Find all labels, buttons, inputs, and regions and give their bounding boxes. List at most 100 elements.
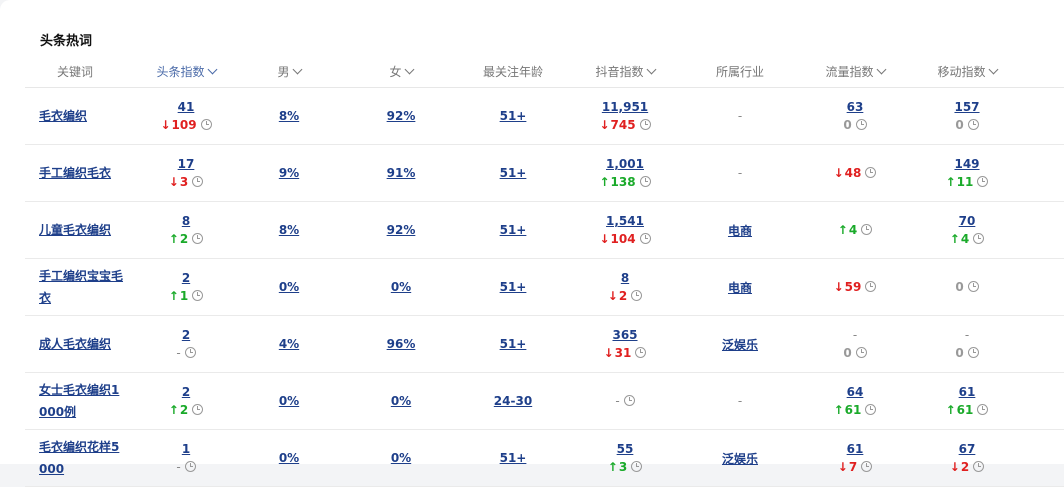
douyin-index-change: ↓745 (570, 116, 680, 134)
age-link[interactable]: 51+ (500, 166, 527, 180)
clock-icon[interactable] (623, 395, 635, 406)
col-douyin-index[interactable]: 抖音指数 (569, 55, 681, 88)
clock-icon[interactable] (977, 404, 989, 415)
clock-icon[interactable] (865, 404, 877, 415)
col-toutiao-index[interactable]: 头条指数 (139, 55, 233, 88)
keyword-link[interactable]: 成人毛衣编织 (39, 333, 127, 355)
clock-icon[interactable] (635, 347, 647, 358)
toutiao-index-change-value: 2 (179, 403, 189, 417)
clock-icon[interactable] (865, 281, 877, 292)
mobile-index-value-link[interactable]: 67 (959, 442, 976, 456)
age-link[interactable]: 51+ (500, 280, 527, 294)
clock-icon[interactable] (967, 119, 979, 130)
male-link[interactable]: 4% (279, 337, 299, 351)
traffic-index-value-link[interactable]: 63 (847, 100, 864, 114)
traffic-index-value-link[interactable]: 61 (847, 442, 864, 456)
male-link[interactable]: 8% (279, 223, 299, 237)
male-link[interactable]: 0% (279, 394, 299, 408)
toutiao-index-value-link[interactable]: 8 (182, 214, 190, 228)
clock-icon[interactable] (184, 461, 196, 472)
clock-icon[interactable] (639, 233, 651, 244)
clock-icon[interactable] (855, 119, 867, 130)
clock-icon[interactable] (977, 176, 989, 187)
female-link[interactable]: 92% (387, 223, 416, 237)
mobile-index-value-link[interactable]: 70 (959, 214, 976, 228)
douyin-index-value-link[interactable]: 8 (621, 271, 629, 285)
female-link[interactable]: 0% (391, 280, 411, 294)
clock-icon[interactable] (967, 347, 979, 358)
female-cell: 96% (345, 315, 457, 373)
douyin-index-change: ↑3 (570, 458, 680, 476)
col-female[interactable]: 女 (345, 55, 457, 88)
mobile-index-value-link[interactable]: 157 (954, 100, 979, 114)
clock-icon[interactable] (861, 461, 873, 472)
keyword-link[interactable]: 毛衣编织 (39, 105, 127, 127)
age-link[interactable]: 51+ (500, 337, 527, 351)
arrow-up-icon: ↑ (168, 403, 179, 417)
clock-icon[interactable] (200, 119, 212, 130)
clock-icon[interactable] (192, 233, 204, 244)
clock-icon[interactable] (639, 176, 651, 187)
col-traffic-index[interactable]: 流量指数 (799, 55, 911, 88)
douyin-index-value-link[interactable]: 1,541 (606, 214, 644, 228)
toutiao-index-value-link[interactable]: 2 (182, 271, 190, 285)
douyin-index-change-value: 2 (618, 289, 628, 303)
traffic-index-value-link[interactable]: 64 (847, 385, 864, 399)
keyword-cell: 毛衣编织 (25, 87, 139, 145)
age-link[interactable]: 24-30 (494, 394, 532, 408)
clock-icon[interactable] (865, 167, 877, 178)
clock-icon[interactable] (855, 347, 867, 358)
clock-icon[interactable] (639, 119, 651, 130)
age-link[interactable]: 51+ (500, 451, 527, 465)
keyword-link[interactable]: 儿童毛衣编织 (39, 219, 127, 241)
mobile-index-value: - (964, 328, 970, 342)
toutiao-index-value-link[interactable]: 41 (178, 100, 195, 114)
douyin-index-value-link[interactable]: 365 (612, 328, 637, 342)
clock-icon[interactable] (184, 347, 196, 358)
male-link[interactable]: 0% (279, 280, 299, 294)
keyword-link[interactable]: 女士毛衣编织1000例 (39, 379, 127, 423)
clock-icon[interactable] (631, 290, 643, 301)
female-link[interactable]: 0% (391, 451, 411, 465)
keyword-link[interactable]: 手工编织毛衣 (39, 162, 127, 184)
industry-link[interactable]: 泛娱乐 (722, 452, 758, 466)
clock-icon[interactable] (192, 404, 204, 415)
female-link[interactable]: 92% (387, 109, 416, 123)
age-link[interactable]: 51+ (500, 223, 527, 237)
toutiao-index-value-link[interactable]: 1 (182, 442, 190, 456)
female-link[interactable]: 91% (387, 166, 416, 180)
douyin-index-value-link[interactable]: 55 (617, 442, 634, 456)
keyword-link[interactable]: 毛衣编织花样5000 (39, 436, 127, 480)
clock-icon[interactable] (192, 176, 204, 187)
male-link[interactable]: 8% (279, 109, 299, 123)
female-link[interactable]: 96% (387, 337, 416, 351)
clock-icon[interactable] (631, 461, 643, 472)
industry-link[interactable]: 电商 (728, 281, 752, 295)
clock-icon[interactable] (192, 290, 204, 301)
clock-icon[interactable] (861, 224, 873, 235)
toutiao-index-value-link[interactable]: 2 (182, 328, 190, 342)
toutiao-index-value-link[interactable]: 17 (178, 157, 195, 171)
col-male[interactable]: 男 (233, 55, 345, 88)
industry-link[interactable]: 电商 (728, 224, 752, 238)
male-link[interactable]: 0% (279, 451, 299, 465)
age-link[interactable]: 51+ (500, 109, 527, 123)
mobile-index-value-link[interactable]: 61 (959, 385, 976, 399)
toutiao-index-cell: 1- (139, 429, 233, 487)
keyword-link[interactable]: 手工编织宝宝毛衣 (39, 265, 127, 309)
female-link[interactable]: 0% (391, 394, 411, 408)
male-link[interactable]: 9% (279, 166, 299, 180)
douyin-index-value-link[interactable]: 11,951 (602, 100, 648, 114)
clock-icon[interactable] (973, 461, 985, 472)
douyin-index-value-link[interactable]: 1,001 (606, 157, 644, 171)
industry-link[interactable]: 泛娱乐 (722, 338, 758, 352)
clock-icon[interactable] (967, 281, 979, 292)
table-row: 毛衣编织 41 ↓109 8% 92% 51+ 11,951 ↓745-63 0 157 0 (25, 87, 1064, 145)
traffic-index-cell: 64 ↑61 (799, 372, 911, 430)
clock-icon[interactable] (973, 233, 985, 244)
mobile-index-value-link[interactable]: 149 (954, 157, 979, 171)
toutiao-index-value-link[interactable]: 2 (182, 385, 190, 399)
toutiao-index-change: ↑1 (140, 287, 232, 305)
hot-words-table: 关键词 头条指数 男 女 最关注年龄 抖音指数 所属行业 流量指数 移动指数 毛… (25, 55, 1064, 487)
col-mobile-index[interactable]: 移动指数 (911, 55, 1023, 88)
